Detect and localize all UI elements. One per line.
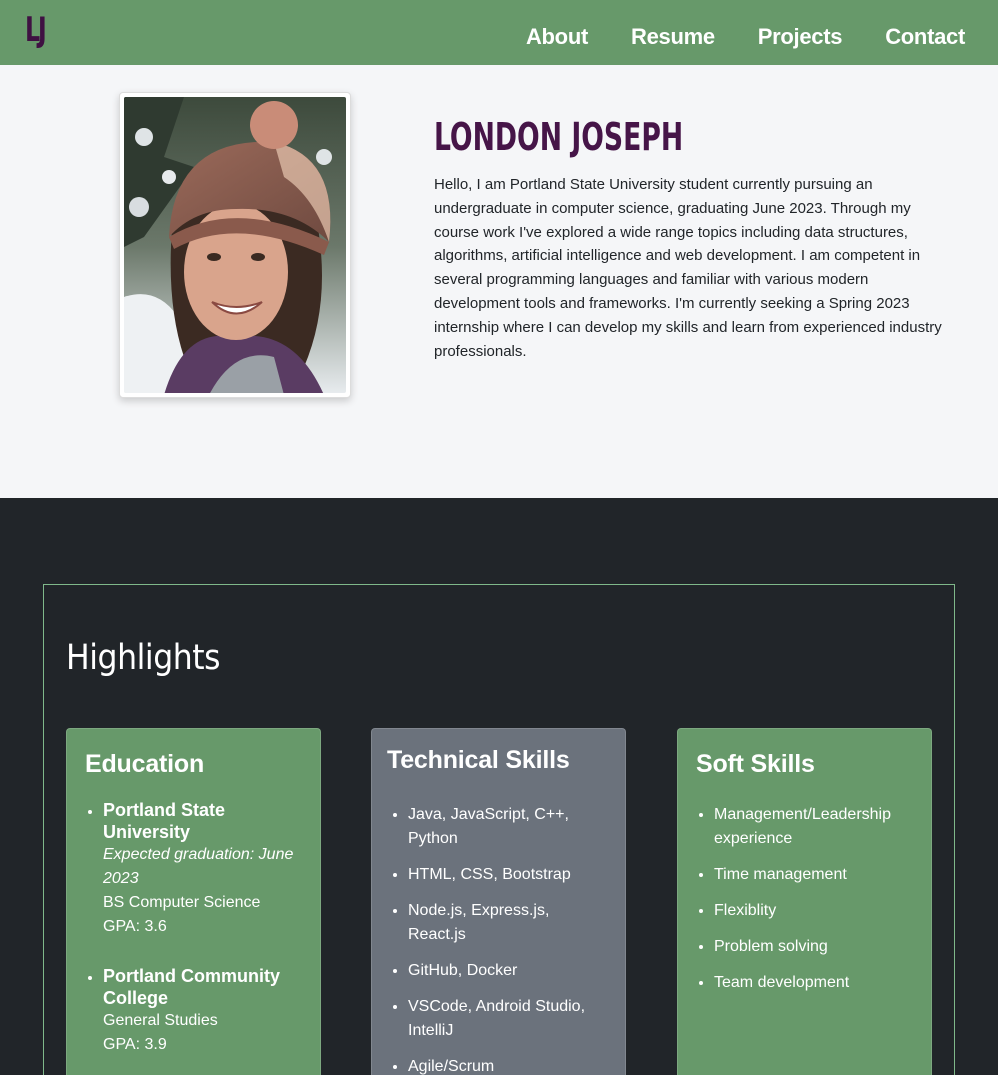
highlights-section: Highlights Education Portland State Univ…	[0, 498, 998, 1075]
technical-skills-title: Technical Skills	[387, 746, 570, 774]
list-item: Node.js, Express.js, React.js	[408, 899, 608, 947]
education-list: Portland State University Expected gradu…	[103, 799, 303, 1075]
soft-skills-title: Soft Skills	[696, 750, 815, 778]
nav-link-projects[interactable]: Projects	[758, 22, 843, 52]
education-school: Portland Community College	[103, 966, 281, 1008]
list-item: Team development	[714, 971, 924, 995]
nav-link-resume[interactable]: Resume	[631, 22, 715, 52]
soft-skills-card: Soft Skills Management/Leadership experi…	[677, 728, 932, 1075]
about-section: LONDON JOSEPH Hello, I am Portland State…	[0, 65, 998, 498]
list-item: Java, JavaScript, C++, Python	[408, 803, 608, 851]
education-graduation: Expected graduation: June 2023	[103, 846, 294, 887]
highlights-container: Highlights Education Portland State Univ…	[43, 584, 955, 1075]
profile-photo	[124, 97, 346, 393]
education-degree: General Studies	[103, 1012, 218, 1029]
education-item: Portland Community College General Studi…	[103, 965, 303, 1057]
list-item: Management/Leadership experience	[714, 803, 924, 851]
profile-name: LONDON JOSEPH	[434, 115, 684, 159]
list-item: VSCode, Android Studio, IntelliJ	[408, 995, 608, 1043]
education-gpa: GPA: 3.6	[103, 918, 167, 935]
education-item: Portland State University Expected gradu…	[103, 799, 303, 939]
education-card: Education Portland State University Expe…	[66, 728, 321, 1075]
nav-link-about[interactable]: About	[526, 22, 588, 52]
nav-links: About Resume Projects Contact	[483, 22, 965, 52]
nav-link-contact[interactable]: Contact	[885, 22, 965, 52]
list-item: GitHub, Docker	[408, 959, 608, 983]
soft-skills-list: Management/Leadership experience Time ma…	[714, 803, 924, 1007]
education-school: Portland State University	[103, 800, 226, 842]
list-item: Problem solving	[714, 935, 924, 959]
navbar: LJ About Resume Projects Contact	[0, 0, 998, 65]
profile-photo-frame	[119, 92, 351, 398]
education-gpa: GPA: 3.9	[103, 1036, 167, 1053]
education-title: Education	[85, 750, 205, 778]
highlights-title: Highlights	[66, 638, 221, 678]
technical-skills-list: Java, JavaScript, C++, Python HTML, CSS,…	[408, 803, 608, 1075]
list-item: Flexiblity	[714, 899, 924, 923]
profile-bio: Hello, I am Portland State University st…	[434, 176, 942, 360]
list-item: HTML, CSS, Bootstrap	[408, 863, 608, 887]
list-item: Agile/Scrum	[408, 1055, 608, 1075]
list-item: Time management	[714, 863, 924, 887]
education-degree: BS Computer Science	[103, 894, 261, 911]
brand-logo[interactable]: LJ	[25, 10, 47, 50]
technical-skills-card: Technical Skills Java, JavaScript, C++, …	[371, 728, 626, 1075]
